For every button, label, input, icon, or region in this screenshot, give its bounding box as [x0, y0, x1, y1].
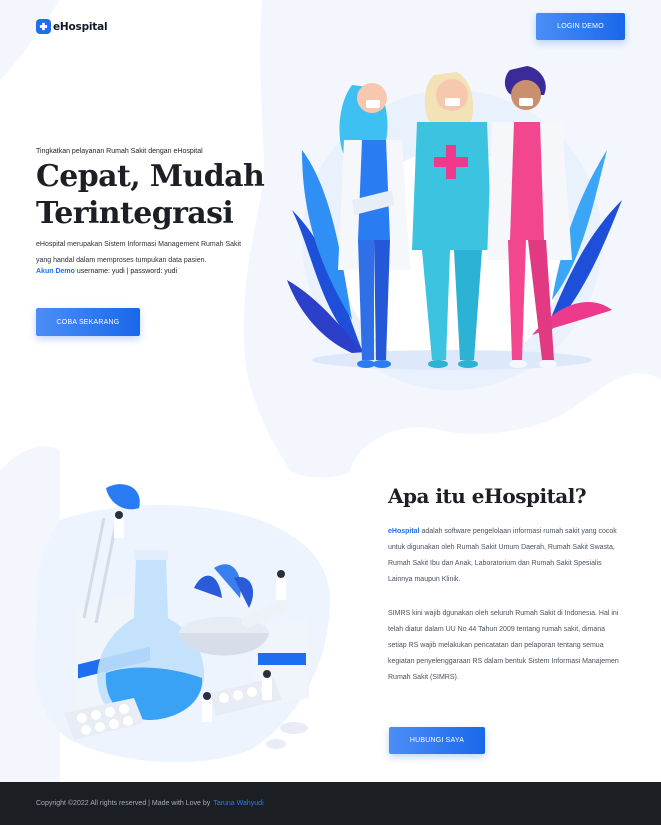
footer-author-link[interactable]: Taruna Wahyudi: [213, 800, 263, 807]
hospital-cross-icon: [36, 19, 51, 34]
demo-credentials: username: yudi | password: yudi: [74, 268, 178, 275]
hero-title: Cepat, Mudah Terintegrasi: [36, 159, 265, 231]
about-brand: eHospital: [388, 528, 420, 535]
about-title: Apa itu eHospital?: [388, 484, 587, 508]
top-navbar: eHospital LOGIN DEMO: [0, 0, 661, 56]
login-demo-button[interactable]: LOGIN DEMO: [536, 13, 625, 40]
contact-me-button[interactable]: HUBUNGI SAYA: [389, 727, 485, 754]
laboratory-illustration: [64, 484, 309, 749]
hero-description: eHospital merupakan Sistem Informasi Man…: [36, 241, 242, 264]
about-paragraph-1: eHospital adalah software pengelolaan in…: [388, 524, 624, 588]
brand-logo[interactable]: eHospital: [36, 19, 108, 34]
doctors-illustration: [287, 66, 622, 390]
hero-subtitle: Tingkatkan pelayanan Rumah Sakit dengan …: [36, 148, 203, 155]
brand-name: eHospital: [53, 20, 108, 33]
try-now-button[interactable]: COBA SEKARANG: [36, 308, 140, 336]
footer-copyright: Copyright ©2022 All rights reserved | Ma…: [36, 800, 211, 807]
demo-account-info: Akun Demo username: yudi | password: yud…: [36, 268, 177, 275]
footer: Copyright ©2022 All rights reserved | Ma…: [0, 782, 661, 825]
about-paragraph-1-text: adalah software pengelolaan informasi ru…: [388, 528, 617, 583]
demo-account-link[interactable]: Akun Demo: [36, 268, 75, 275]
about-paragraph-2: SIMRS kini wajib dgunakan oleh seluruh R…: [388, 610, 619, 681]
